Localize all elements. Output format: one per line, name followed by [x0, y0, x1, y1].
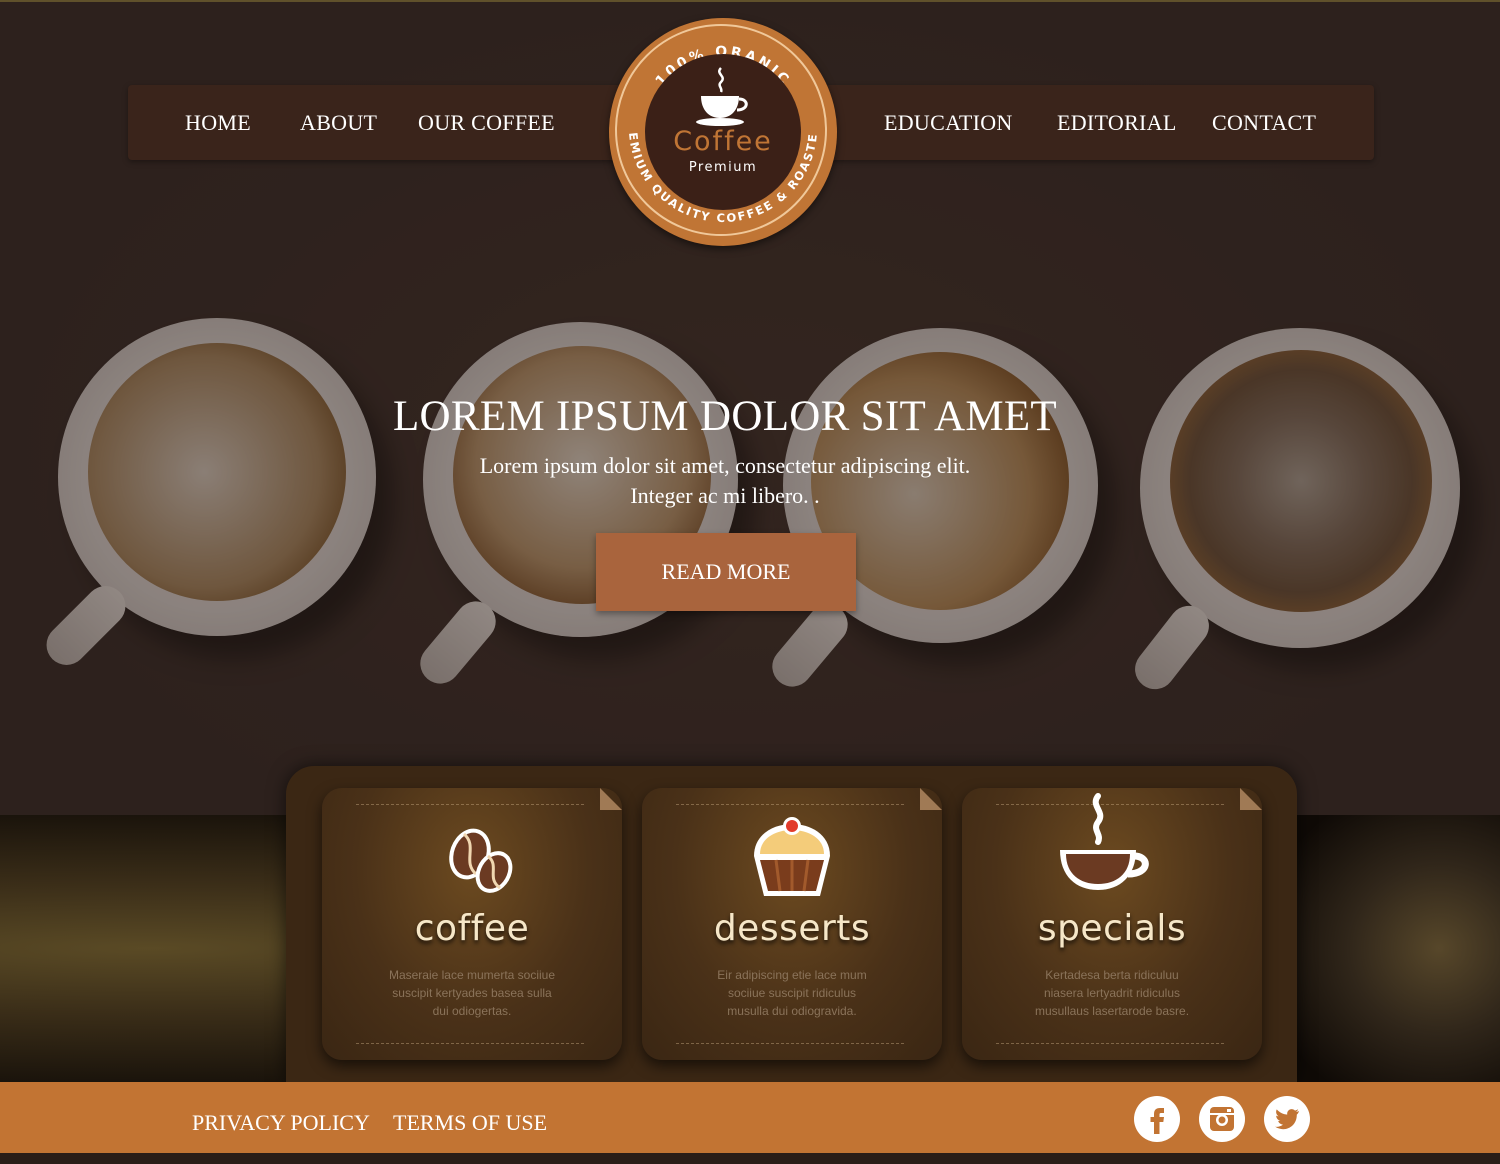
twitter-icon[interactable] [1264, 1096, 1310, 1142]
feature-description: Maseraie lace mumerta sociiue suscipit k… [388, 968, 556, 1018]
card-divider-bottom [356, 1043, 584, 1044]
privacy-policy-link[interactable]: PRIVACY POLICY [192, 1082, 370, 1164]
feature-card-specials[interactable]: specials Kertadesa berta ridiculuu niase… [962, 788, 1262, 1060]
nav-our-coffee[interactable]: OUR COFFEE [418, 85, 555, 160]
cupcake-icon [754, 817, 830, 896]
feature-title: coffee [414, 908, 530, 949]
terms-of-use-link[interactable]: TERMS OF USE [393, 1082, 547, 1164]
feature-card-desserts[interactable]: desserts Eir adipiscing etie lace mum so… [642, 788, 942, 1060]
hero-title: LOREM IPSUM DOLOR SIT AMET [392, 393, 1057, 440]
card-corner-fold [920, 788, 942, 810]
feature-title: specials [1037, 908, 1187, 949]
hero-subtitle-line-1: Lorem ipsum dolor sit amet, consectetur … [479, 453, 971, 478]
coffee-cup-icon [1060, 793, 1149, 890]
card-corner-fold [1240, 788, 1262, 810]
feature-card-coffee[interactable]: coffee Maseraie lace mumerta sociiue sus… [322, 788, 622, 1060]
card-divider-top [676, 804, 904, 805]
feature-title: desserts [713, 908, 871, 949]
logo-word: Coffee [673, 126, 773, 157]
facebook-icon[interactable] [1134, 1096, 1180, 1142]
card-divider-bottom [676, 1043, 904, 1044]
card-divider-bottom [996, 1043, 1224, 1044]
logo-subword: Premium [688, 160, 758, 175]
card-divider-top [356, 804, 584, 805]
nav-education[interactable]: EDUCATION [884, 85, 1013, 160]
steaming-cup-icon [696, 67, 748, 126]
ground-texture-right [1297, 815, 1500, 1082]
feature-description: Kertadesa berta ridiculuu niasera lertya… [1034, 968, 1190, 1018]
nav-home[interactable]: HOME [185, 85, 251, 160]
nav-contact[interactable]: CONTACT [1212, 85, 1316, 160]
coffee-beans-icon [449, 828, 513, 893]
instagram-icon[interactable] [1199, 1096, 1245, 1142]
card-corner-fold [600, 788, 622, 810]
logo-center: Coffee Premium [645, 54, 801, 210]
feature-description: Eir adipiscing etie lace mum sociiue sus… [717, 968, 867, 1018]
brand-logo[interactable]: 100% ORANIC PREMIUM QUALITY COFFEE & ROA… [609, 18, 837, 246]
read-more-button[interactable]: READ MORE [596, 533, 856, 611]
hero-subtitle-line-2: Integer ac mi libero. . [630, 483, 820, 508]
nav-editorial[interactable]: EDITORIAL [1057, 85, 1177, 160]
nav-about[interactable]: ABOUT [300, 85, 377, 160]
